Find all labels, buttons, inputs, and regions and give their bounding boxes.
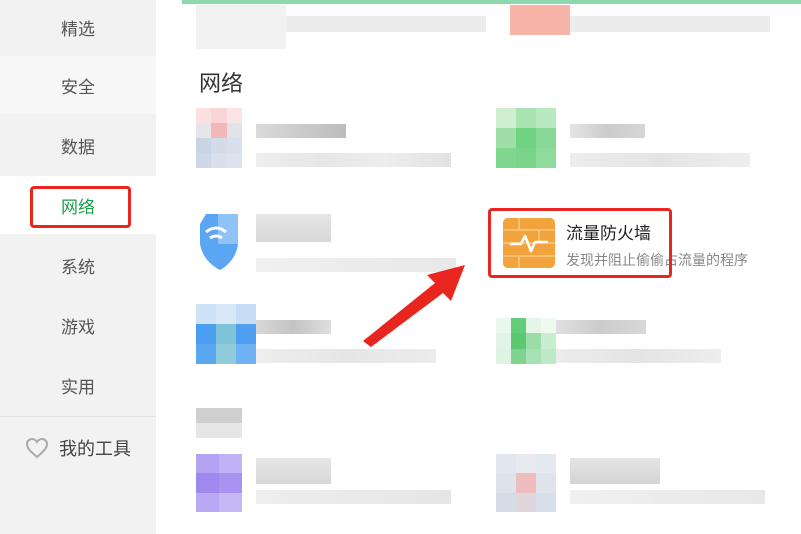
sidebar-item-utility[interactable]: 实用 [0, 356, 156, 414]
blurred-tool-text [286, 16, 486, 32]
tool-description: 发现并阻止偷偷占流量的程序 [566, 253, 748, 269]
pointer-arrow-icon [363, 265, 465, 347]
blurred-tool-icon[interactable] [496, 318, 556, 364]
blurred-tool-icon[interactable] [496, 454, 556, 512]
sidebar-divider [0, 416, 156, 417]
sidebar-item-label: 精选 [61, 19, 95, 40]
blurred-tool-desc [256, 349, 436, 363]
sidebar-item-label: 实用 [61, 377, 95, 398]
blurred-tool-icon[interactable] [196, 304, 256, 364]
sidebar-item-games[interactable]: 游戏 [0, 296, 156, 354]
blurred-tool-icon [510, 5, 570, 35]
blurred-tool-icon[interactable] [196, 108, 242, 168]
blurred-tool-icon[interactable] [496, 108, 556, 168]
sidebar-item-label: 游戏 [61, 317, 95, 338]
blurred-tool-name [570, 458, 660, 484]
sidebar-item-system[interactable]: 系统 [0, 236, 156, 294]
blurred-tool-name [570, 124, 645, 138]
sidebar-item-security[interactable]: 安全 [0, 56, 156, 114]
heart-icon [25, 437, 49, 459]
sidebar-item-label: 安全 [61, 77, 95, 98]
blurred-tool-icon[interactable] [196, 454, 242, 512]
sidebar-item-data[interactable]: 数据 [0, 116, 156, 174]
tool-title: 流量防火墙 [566, 224, 651, 244]
sidebar-item-featured[interactable]: 精选 [0, 0, 156, 54]
sidebar-item-label: 系统 [61, 257, 95, 278]
my-tools-label: 我的工具 [59, 439, 131, 460]
sidebar: 精选 安全 数据 网络 系统 游戏 实用 我的工具 [0, 0, 156, 534]
blurred-tool-text [570, 16, 770, 32]
blurred-tool-desc [556, 349, 721, 363]
blurred-tool-desc [570, 153, 750, 167]
blurred-tool-name [256, 320, 331, 334]
blurred-tool-desc [256, 153, 451, 167]
firewall-pulse-icon [503, 218, 555, 268]
blurred-section-title [196, 408, 242, 438]
shield-icon[interactable] [196, 210, 244, 272]
blurred-tool-name [256, 124, 346, 138]
sidebar-item-label: 网络 [61, 197, 95, 218]
section-title-network: 网络 [199, 72, 244, 97]
blurred-tool-name [256, 458, 331, 484]
sidebar-item-label: 数据 [61, 137, 95, 158]
sidebar-item-network[interactable]: 网络 [0, 176, 156, 234]
my-tools-button[interactable]: 我的工具 [0, 428, 156, 468]
blurred-tool-desc [256, 490, 451, 504]
top-progress-bar [182, 0, 801, 4]
blurred-tool-name [556, 320, 646, 334]
blurred-tool-desc [570, 490, 765, 504]
blurred-tool-item[interactable] [196, 5, 286, 49]
blurred-tool-name [256, 214, 331, 242]
